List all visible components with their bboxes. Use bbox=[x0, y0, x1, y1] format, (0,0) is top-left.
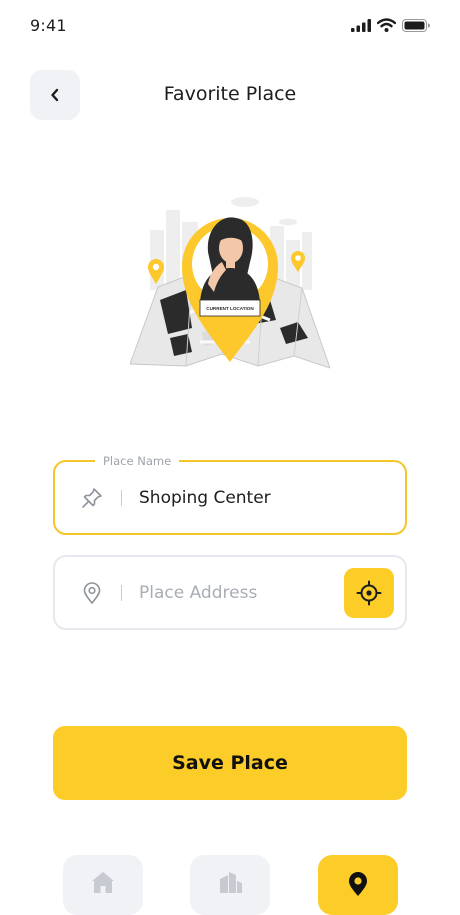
building-icon bbox=[220, 872, 242, 893]
pin-icon bbox=[79, 485, 105, 511]
status-time: 9:41 bbox=[30, 16, 67, 35]
home-icon bbox=[92, 872, 114, 893]
wifi-icon bbox=[377, 18, 396, 32]
page-title: Favorite Place bbox=[163, 83, 297, 105]
location-pin-icon bbox=[349, 872, 367, 896]
current-location-illustration: CURRENT LOCATION bbox=[129, 192, 331, 372]
nav-location-button[interactable] bbox=[318, 855, 398, 915]
crosshair-icon bbox=[356, 580, 382, 606]
signal-icon bbox=[351, 18, 371, 32]
place-name-input[interactable]: Shoping Center bbox=[139, 488, 271, 508]
field-divider bbox=[121, 584, 122, 601]
field-divider bbox=[121, 489, 122, 506]
locate-button[interactable] bbox=[344, 568, 394, 618]
nav-buildings-button[interactable] bbox=[190, 855, 270, 915]
place-address-field[interactable]: Place Address bbox=[53, 555, 407, 630]
illustration-caption: CURRENT LOCATION bbox=[206, 306, 254, 311]
status-bar: 9:41 bbox=[0, 0, 460, 52]
place-name-label: Place Name bbox=[95, 453, 180, 469]
nav-home-button[interactable] bbox=[63, 855, 143, 915]
place-name-field[interactable]: Place Name Shoping Center bbox=[53, 453, 407, 535]
location-pin-icon bbox=[79, 580, 105, 606]
save-place-button[interactable]: Save Place bbox=[53, 726, 407, 800]
status-icons bbox=[351, 18, 430, 32]
battery-icon bbox=[402, 18, 430, 32]
place-address-input[interactable]: Place Address bbox=[139, 583, 257, 603]
